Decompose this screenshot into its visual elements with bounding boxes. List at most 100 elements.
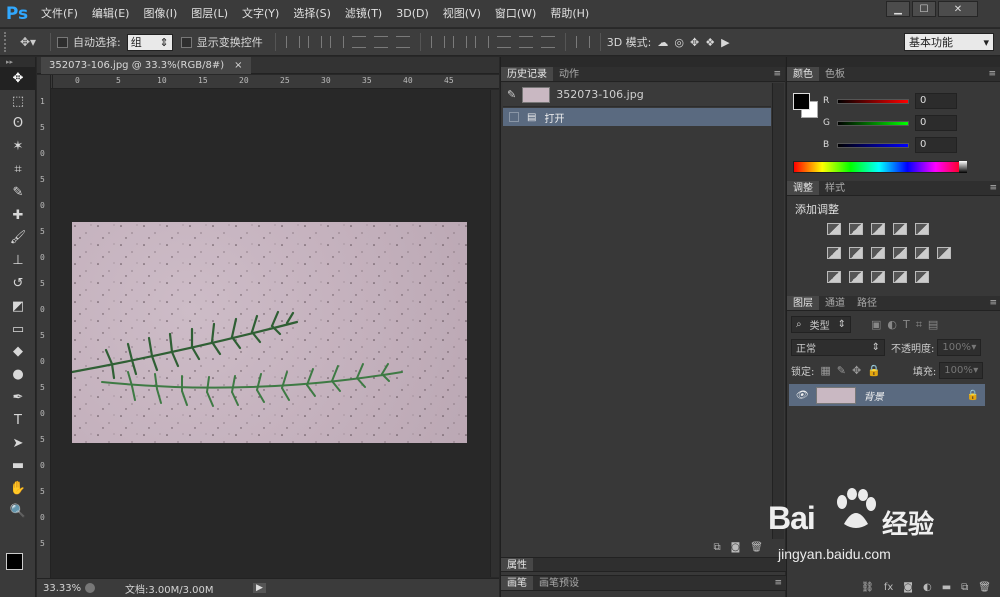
distribute-right-icon[interactable] xyxy=(540,36,555,48)
slide-3d-icon[interactable]: ❖ xyxy=(705,36,715,49)
align-top-icon[interactable] xyxy=(285,36,300,48)
history-snapshot[interactable]: ✎ 352073-106.jpg xyxy=(503,83,771,107)
close-button[interactable]: ✕ xyxy=(938,1,978,17)
healing-tool[interactable]: ✚ xyxy=(0,204,36,227)
tab-paths[interactable]: 路径 xyxy=(851,296,883,310)
distribute-hcenter-icon[interactable] xyxy=(518,36,533,48)
brush-tool[interactable]: 🖌 xyxy=(0,227,36,250)
tab-adjustments[interactable]: 调整 xyxy=(787,181,819,195)
tab-brush[interactable]: 画笔 xyxy=(501,576,533,590)
menu-layer[interactable]: 图层(L) xyxy=(184,0,235,28)
tab-styles[interactable]: 样式 xyxy=(819,181,851,195)
invert-icon[interactable] xyxy=(827,271,841,283)
distribute-left-icon[interactable] xyxy=(496,36,511,48)
channel-mixer-icon[interactable] xyxy=(915,247,929,259)
menu-type[interactable]: 文字(Y) xyxy=(235,0,286,28)
dodge-tool[interactable]: ● xyxy=(0,363,36,386)
color-spectrum[interactable] xyxy=(793,161,965,173)
auto-select-checkbox[interactable] xyxy=(57,36,68,48)
panel-menu-icon[interactable]: ≡ xyxy=(989,181,997,196)
distribute-bottom-icon[interactable] xyxy=(474,36,489,48)
history-step[interactable]: ▤ 打开 xyxy=(503,108,771,126)
tab-actions[interactable]: 动作 xyxy=(553,67,585,81)
color-lookup-icon[interactable] xyxy=(937,247,951,259)
menu-help[interactable]: 帮助(H) xyxy=(543,0,596,28)
align-right-icon[interactable] xyxy=(395,36,410,48)
panel-collapse-strip[interactable] xyxy=(787,57,1000,67)
black-white-ramp[interactable] xyxy=(959,161,967,173)
menu-window[interactable]: 窗口(W) xyxy=(488,0,543,28)
options-bar-grip[interactable] xyxy=(4,32,12,52)
drag-3d-icon[interactable]: ✥ xyxy=(690,36,699,49)
magic-wand-tool[interactable]: ✶ xyxy=(0,135,36,158)
layer-filter-dropdown[interactable]: ⌕ 类型 ⇕ xyxy=(791,316,851,333)
tab-layers[interactable]: 图层 xyxy=(787,296,819,310)
roll-3d-icon[interactable]: ◎ xyxy=(674,36,684,49)
pen-tool[interactable]: ✒ xyxy=(0,386,36,409)
align-hcenter-icon[interactable] xyxy=(373,36,388,48)
status-info-icon[interactable] xyxy=(85,583,95,593)
gradient-map-icon[interactable] xyxy=(915,271,929,283)
zoom-level[interactable]: 33.33% xyxy=(37,583,85,594)
blur-tool[interactable]: ◆ xyxy=(0,341,36,364)
minimize-button[interactable]: ▁ xyxy=(886,1,910,17)
layer-style-icon[interactable]: fx xyxy=(884,582,893,593)
hue-saturation-icon[interactable] xyxy=(827,247,841,259)
maximize-button[interactable]: ☐ xyxy=(912,1,936,17)
path-select-tool[interactable]: ➤ xyxy=(0,432,36,455)
filter-kind-icons[interactable]: ▣◐T⌗▤ xyxy=(871,318,944,332)
menu-file[interactable]: 文件(F) xyxy=(34,0,85,28)
blue-slider[interactable] xyxy=(837,142,909,148)
selective-color-icon[interactable] xyxy=(893,271,907,283)
new-document-from-state-icon[interactable]: ⧉ xyxy=(713,542,720,553)
vertical-ruler[interactable]: 1 5 0 5 0 5 0 5 0 5 0 5 0 5 0 5 0 5 xyxy=(37,75,51,578)
document-vertical-scrollbar[interactable] xyxy=(490,90,499,577)
zoom-tool[interactable]: 🔍 xyxy=(0,500,36,523)
new-snapshot-icon[interactable]: ◙ xyxy=(731,542,741,553)
new-group-icon[interactable]: ▬ xyxy=(942,582,951,593)
eraser-tool[interactable]: ◩ xyxy=(0,295,36,318)
align-left-icon[interactable] xyxy=(351,36,366,48)
tab-channels[interactable]: 通道 xyxy=(819,296,851,310)
camera-3d-icon[interactable]: ▶ xyxy=(721,36,729,49)
lasso-tool[interactable]: ʘ xyxy=(0,113,36,136)
link-layers-icon[interactable]: ⛓ xyxy=(861,582,874,593)
add-mask-icon[interactable]: ◙ xyxy=(903,582,913,593)
type-tool[interactable]: T xyxy=(0,409,36,432)
tab-history[interactable]: 历史记录 xyxy=(501,67,553,81)
new-layer-icon[interactable]: ⧉ xyxy=(961,582,968,593)
panel-menu-icon[interactable]: ≡ xyxy=(988,67,996,82)
color-balance-icon[interactable] xyxy=(849,247,863,259)
lock-options-icons[interactable]: ▦✎✥🔒 xyxy=(820,364,887,377)
menu-image[interactable]: 图像(I) xyxy=(136,0,184,28)
photo-filter-icon[interactable] xyxy=(893,247,907,259)
workspace-dropdown[interactable]: 基本功能 ▾ xyxy=(904,33,994,51)
red-slider[interactable] xyxy=(837,98,909,104)
curves-icon[interactable] xyxy=(871,223,885,235)
align-vcenter-icon[interactable] xyxy=(307,36,322,48)
tab-swatches[interactable]: 色板 xyxy=(819,67,851,81)
brightness-icon[interactable] xyxy=(827,223,841,235)
delete-layer-icon[interactable]: 🗑 xyxy=(978,582,991,593)
horizontal-ruler[interactable]: 0 5 10 15 20 25 30 35 40 45 xyxy=(53,75,499,89)
shape-tool[interactable]: ▬ xyxy=(0,455,36,478)
document-image[interactable] xyxy=(72,222,467,443)
menu-view[interactable]: 视图(V) xyxy=(436,0,488,28)
green-value-input[interactable]: 0 xyxy=(915,115,957,131)
document-tab[interactable]: 352073-106.jpg @ 33.3%(RGB/8#) × xyxy=(41,57,251,74)
foreground-color-box[interactable] xyxy=(793,93,810,110)
history-brush-source-icon[interactable]: ✎ xyxy=(507,88,516,101)
eye-icon[interactable]: 👁 xyxy=(795,390,808,401)
rotate-3d-icon[interactable]: ☁ xyxy=(657,36,668,49)
opacity-input[interactable]: 100% ▾ xyxy=(937,339,982,356)
distribute-vcenter-icon[interactable] xyxy=(452,36,467,48)
posterize-icon[interactable] xyxy=(849,271,863,283)
panel-menu-icon[interactable]: ≡ xyxy=(989,296,997,311)
tab-properties[interactable]: 属性 xyxy=(501,558,533,571)
adjustment-layer-icon[interactable]: ◐ xyxy=(923,582,932,593)
close-tab-icon[interactable]: × xyxy=(234,57,242,74)
menu-edit[interactable]: 编辑(E) xyxy=(85,0,137,28)
blue-value-input[interactable]: 0 xyxy=(915,137,957,153)
green-slider[interactable] xyxy=(837,120,909,126)
auto-select-dropdown[interactable]: 组 ⇕ xyxy=(126,33,173,51)
